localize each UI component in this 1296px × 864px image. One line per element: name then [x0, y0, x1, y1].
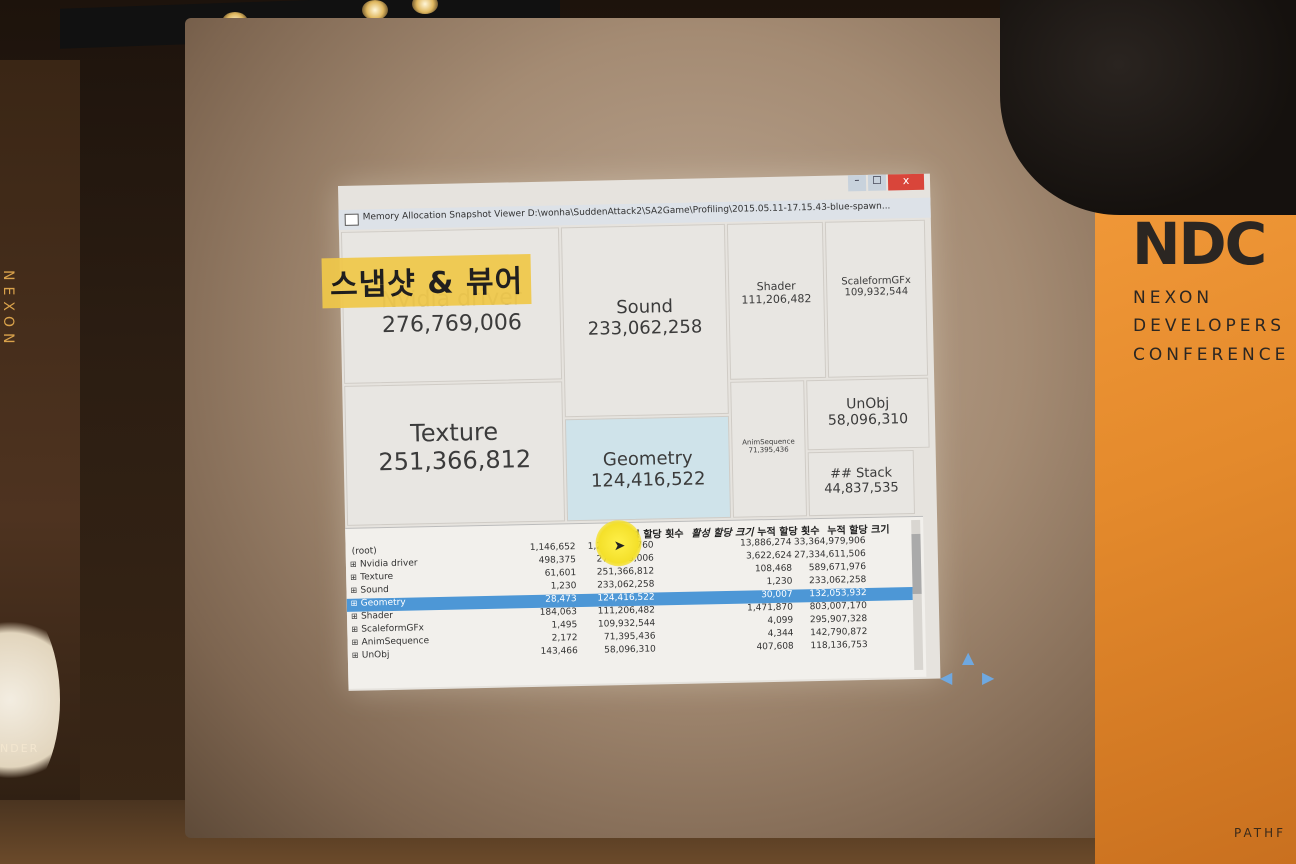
window-title: Memory Allocation Snapshot Viewer D:\won… [362, 201, 891, 223]
row-name: UnObj [361, 650, 390, 661]
column-header-active-size[interactable]: 활성 할당 크기 [691, 523, 753, 539]
cell-cumulative-size: 33,364,979,906 [793, 536, 866, 548]
cell-active-size: 251,366,812 [596, 566, 655, 578]
cell-active-count: 2,172 [551, 633, 578, 644]
left-banner-caption: NDER [0, 742, 40, 755]
cell-cumulative-size: 27,334,611,506 [794, 549, 866, 561]
cell-cumulative-count: 4,099 [767, 615, 794, 627]
tile-value: 233,062,258 [587, 316, 703, 340]
tile-value: 111,206,482 [741, 292, 812, 307]
cell-cumulative-count: 108,468 [754, 563, 793, 575]
row-name: (root) [351, 546, 377, 557]
cell-cumulative-count: 13,886,274 [739, 537, 792, 549]
snapshot-viewer-window: Memory Allocation Snapshot Viewer D:\won… [321, 173, 941, 691]
cell-active-size: 233,062,258 [597, 579, 655, 591]
up-arrow-icon[interactable]: ▲ [962, 648, 974, 667]
cell-active-count: 61,601 [544, 568, 577, 579]
cell-cumulative-count: 30,007 [761, 589, 793, 601]
cell-cumulative-size: 142,790,872 [810, 627, 868, 639]
cell-active-count: 28,473 [545, 594, 577, 605]
treemap-tile-selected[interactable]: Geometry 124,416,522 [564, 415, 732, 522]
cell-active-count: 1,146,652 [529, 542, 576, 554]
cell-active-count: 143,466 [540, 646, 578, 657]
tile-value: 124,416,522 [590, 468, 706, 492]
tile-value: 44,837,535 [824, 480, 899, 497]
banner-line-developers: DEVELOPERS [1133, 316, 1286, 336]
treemap-tile[interactable]: Shader 111,206,482 [726, 221, 827, 380]
expand-icon[interactable]: ⊞ [351, 638, 358, 647]
expand-icon[interactable]: ⊞ [350, 586, 357, 595]
treemap-tile[interactable]: AnimSequence 71,395,436 [730, 380, 808, 518]
row-name: Nvidia driver [359, 558, 418, 570]
app-icon [344, 213, 359, 226]
right-arrow-icon[interactable]: ▶ [982, 668, 994, 687]
tile-name: Texture [409, 417, 499, 448]
cell-cumulative-count: 407,608 [756, 641, 794, 653]
expand-icon[interactable]: ⊞ [351, 625, 358, 634]
expand-icon[interactable]: ⊞ [350, 560, 357, 569]
minimize-button[interactable]: – [847, 174, 867, 192]
cell-active-count: 184,063 [539, 607, 578, 618]
cell-active-size: 71,395,436 [603, 631, 656, 643]
cell-active-count: 498,375 [538, 555, 576, 566]
cell-cumulative-size: 803,007,170 [809, 601, 868, 613]
treemap-tile[interactable]: UnObj 58,096,310 [806, 377, 930, 451]
expand-icon[interactable]: ⊞ [352, 651, 359, 660]
cell-active-size: 124,416,522 [597, 592, 655, 604]
cell-active-size: 109,932,544 [597, 618, 656, 630]
cell-active-size: 58,096,310 [604, 644, 656, 656]
column-header-cumulative-size[interactable]: 누적 할당 크기 [827, 521, 889, 537]
cell-active-count: 1,495 [551, 620, 578, 631]
left-banner-text: NEXON [0, 270, 16, 350]
row-name: Texture [360, 571, 394, 583]
mouse-pointer-icon: ➤ [613, 538, 626, 555]
banner-bottom-text: PATHF [1234, 826, 1287, 840]
cell-active-size: 111,206,482 [597, 605, 656, 617]
stage-light [362, 0, 388, 20]
treemap-tile[interactable]: ScaleformGFx 109,932,544 [824, 219, 929, 378]
cell-cumulative-size: 295,907,328 [809, 614, 868, 626]
cell-cumulative-count: 1,230 [766, 576, 793, 588]
tile-value: 58,096,310 [827, 411, 909, 429]
expand-icon[interactable]: ⊞ [351, 599, 358, 608]
scrollbar-thumb[interactable] [911, 533, 922, 595]
banner-line-nexon: NEXON [1133, 288, 1214, 308]
column-header-cumulative-count[interactable]: 누적 할당 횟수 [757, 522, 819, 538]
treemap-tile[interactable]: ## Stack 44,837,535 [807, 450, 915, 517]
tile-value: 71,395,436 [748, 445, 789, 455]
row-name: Geometry [360, 597, 406, 609]
cell-cumulative-size: 589,671,976 [808, 562, 867, 574]
row-name: AnimSequence [361, 636, 430, 648]
tile-value: 251,366,812 [378, 445, 532, 477]
close-button[interactable]: x [887, 173, 925, 191]
speaker [1000, 0, 1296, 215]
ndc-logo: NDC [1132, 210, 1267, 278]
tile-value: 109,932,544 [844, 286, 909, 299]
cell-cumulative-size: 132,053,932 [809, 588, 867, 600]
cell-cumulative-count: 1,471,870 [747, 602, 794, 614]
row-name: Shader [360, 610, 394, 622]
row-name: Sound [360, 585, 389, 596]
cell-cumulative-count: 3,622,624 [745, 550, 792, 562]
treemap-tile[interactable]: Sound 233,062,258 [560, 223, 729, 418]
row-name: ScaleformGFx [361, 623, 425, 635]
cell-cumulative-size: 118,136,753 [810, 640, 868, 652]
tile-value: 276,769,006 [381, 310, 523, 339]
maximize-button[interactable]: □ [867, 174, 887, 191]
cell-cumulative-count: 4,344 [767, 628, 794, 640]
expand-icon[interactable]: ⊞ [351, 612, 358, 621]
cell-active-count: 1,230 [550, 581, 577, 592]
cell-cumulative-size: 233,062,258 [809, 575, 867, 587]
expand-icon[interactable]: ⊞ [350, 573, 357, 582]
treemap-tile[interactable]: Texture 251,366,812 [344, 381, 566, 526]
left-arrow-icon[interactable]: ◀ [940, 668, 952, 687]
slide-navigation: ▲ ◀ ▶ [940, 648, 1000, 692]
banner-line-conference: CONFERENCE [1133, 345, 1290, 365]
slide-overlay-title: 스냅샷 & 뷰어 [321, 253, 532, 309]
